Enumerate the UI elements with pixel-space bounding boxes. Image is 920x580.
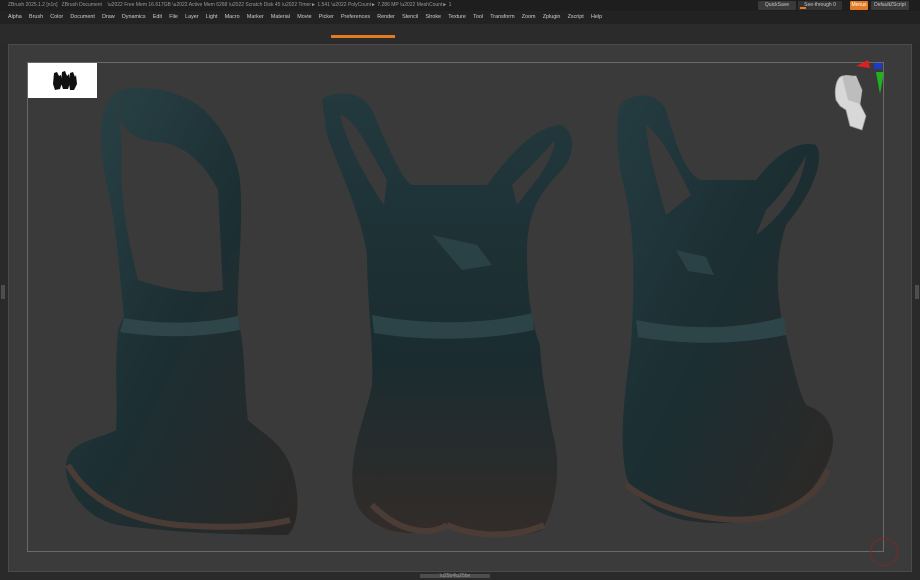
- menu-stencil[interactable]: Stencil: [399, 11, 422, 24]
- quicksave-button[interactable]: QuickSave: [758, 1, 796, 10]
- menu-document[interactable]: Document: [67, 11, 99, 24]
- menu-preferences[interactable]: Preferences: [337, 11, 373, 24]
- menu-help[interactable]: Help: [587, 11, 605, 24]
- overall-model-front-view: [322, 93, 573, 538]
- menu-texture[interactable]: Texture: [445, 11, 470, 24]
- menu-marker[interactable]: Marker: [243, 11, 267, 24]
- app-title: ZBrush 2025.1.2 [n1n]: [8, 2, 58, 8]
- see-through-fill: [800, 7, 806, 9]
- document-title: ZBrush Document: [61, 2, 102, 8]
- menu-macro[interactable]: Macro: [221, 11, 243, 24]
- title-bar: ZBrush 2025.1.2 [n1n] ZBrush Document \u…: [0, 0, 920, 11]
- active-tab-indicator: [331, 35, 395, 38]
- menu-picker[interactable]: Picker: [315, 11, 337, 24]
- scratch-disk: Scratch Disk 45: [245, 2, 281, 8]
- see-through-label: See-through: [804, 2, 832, 8]
- default-zscript-button[interactable]: DefaultZScript: [871, 1, 909, 10]
- menu-brush[interactable]: Brush: [25, 11, 46, 24]
- menu-stroke[interactable]: Stroke: [422, 11, 445, 24]
- head-navigation-widget[interactable]: [826, 60, 890, 132]
- menu-file[interactable]: File: [166, 11, 182, 24]
- menu-zplugin[interactable]: Zplugin: [539, 11, 564, 24]
- menu-tool[interactable]: Tool: [470, 11, 487, 24]
- timer: Timer► 1.541: [298, 2, 330, 8]
- menu-bar: Alpha Brush Color Document Draw Dynamics Edit F…: [0, 11, 920, 24]
- bottom-tray-handle[interactable]: \u25b4\u25be: [420, 574, 490, 579]
- tool-strip: [0, 24, 920, 42]
- status-line: ZBrush 2025.1.2 [n1n] ZBrush Document \u…: [8, 2, 452, 8]
- record-circle-icon[interactable]: [870, 538, 898, 566]
- head-navigation-icon: [834, 60, 884, 131]
- meshcount: MeshCount► 1: [416, 2, 452, 8]
- active-mem: Active Mem 6268: [188, 2, 228, 8]
- menu-material[interactable]: Material: [267, 11, 293, 24]
- menu-edit[interactable]: Edit: [149, 11, 165, 24]
- menu-movie[interactable]: Movie: [294, 11, 316, 24]
- menu-draw[interactable]: Draw: [99, 11, 119, 24]
- left-tray-handle[interactable]: [1, 285, 5, 299]
- menu-render[interactable]: Render: [374, 11, 399, 24]
- overall-model-side-view: [65, 87, 298, 535]
- overall-model-quarter-view: [617, 95, 833, 524]
- see-through-value: 0: [833, 2, 836, 8]
- right-tray-handle[interactable]: [915, 285, 919, 299]
- free-mem: Free Mem 16.617GB: [124, 2, 171, 8]
- menu-layer[interactable]: Layer: [182, 11, 203, 24]
- menu-light[interactable]: Light: [202, 11, 221, 24]
- menu-transform[interactable]: Transform: [487, 11, 519, 24]
- menu-alpha[interactable]: Alpha: [0, 11, 25, 24]
- polycount: PolyCount► 7.286 MP: [347, 2, 399, 8]
- menu-zoom[interactable]: Zoom: [518, 11, 539, 24]
- menus-button[interactable]: Menus: [850, 1, 868, 10]
- menu-color[interactable]: Color: [47, 11, 67, 24]
- menu-zscript[interactable]: Zscript: [564, 11, 587, 24]
- see-through-slider[interactable]: See-through 0: [798, 1, 842, 10]
- menu-dynamics[interactable]: Dynamics: [118, 11, 149, 24]
